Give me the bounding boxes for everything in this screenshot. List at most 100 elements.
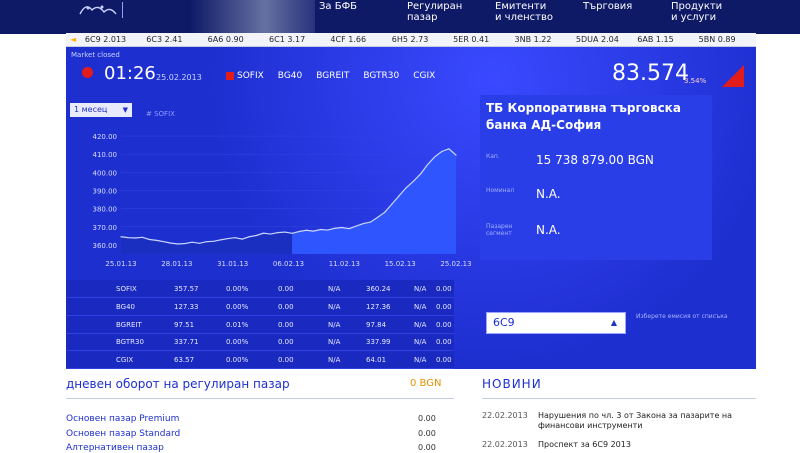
data-point bbox=[398, 195, 400, 197]
table-cell: BG40 bbox=[116, 302, 136, 311]
ticker-item[interactable]: 4CF 1.66 bbox=[326, 35, 387, 44]
table-cell: 0.00 bbox=[436, 285, 452, 293]
tab-sofix[interactable]: SOFIX bbox=[226, 71, 264, 81]
table-cell: 0.00 bbox=[278, 320, 294, 329]
nominal-label: Номинал bbox=[486, 187, 515, 194]
data-point bbox=[262, 232, 265, 234]
bse-logo[interactable] bbox=[78, 0, 118, 20]
data-point bbox=[170, 242, 172, 244]
ticker-bar: ◄ 6C9 2.013 6C3 2.41 6A6 0.90 6C1 3.17 4… bbox=[66, 33, 756, 47]
table-row[interactable]: SOFIX 357.57 0.00% 0.00 N/A 360.24 N/A 0.00 bbox=[66, 280, 454, 298]
issue-select[interactable]: 6C9 ▲ bbox=[486, 312, 626, 334]
market-status: Market closed bbox=[71, 51, 120, 59]
data-point bbox=[334, 227, 336, 229]
data-point bbox=[405, 187, 407, 189]
table-cell: N/A bbox=[328, 302, 341, 311]
tab-bg40[interactable]: BG40 bbox=[278, 71, 302, 81]
market-panel: Market closed 01:26 25.02.2013 SOFIX BG4… bbox=[66, 47, 756, 370]
ticker-item[interactable]: 5DUA 2.04 bbox=[572, 35, 633, 44]
index-stats-table: SOFIX 357.57 0.00% 0.00 N/A 360.24 N/A 0.00 BG40… bbox=[66, 280, 454, 370]
data-point bbox=[455, 154, 457, 156]
table-cell: BGTR30 bbox=[116, 338, 144, 347]
ticker-item[interactable]: 6H5 2.73 bbox=[388, 35, 449, 44]
data-point bbox=[148, 238, 151, 241]
segment-value: N.A. bbox=[536, 223, 561, 237]
ticker-item[interactable]: 6C1 3.17 bbox=[265, 35, 326, 44]
table-cell: N/A bbox=[414, 338, 427, 347]
table-cell: 0.00 bbox=[278, 302, 294, 311]
area-recent bbox=[292, 148, 456, 254]
data-point bbox=[341, 226, 343, 229]
data-point bbox=[198, 242, 201, 244]
tab-cgix[interactable]: CGIX bbox=[413, 71, 435, 81]
table-cell: 63.57 bbox=[174, 356, 195, 365]
table-cell: N/A bbox=[328, 338, 341, 347]
table-cell: N/A bbox=[414, 302, 427, 311]
market-time: 01:26 bbox=[104, 63, 156, 84]
divider bbox=[482, 398, 756, 399]
table-row[interactable]: BGTR30 337.71 0.00% 0.00 N/A 337.99 N/A 0.00 bbox=[66, 333, 454, 352]
data-point bbox=[156, 239, 158, 241]
ticker-item[interactable]: 5ER 0.41 bbox=[449, 35, 510, 44]
table-row[interactable]: CGIX 63.57 0.00% 0.00 N/A 64.01 N/A 0.00 bbox=[66, 351, 454, 370]
top-bar: За БФБ Регулиран пазар Емитенти и членст… bbox=[0, 0, 800, 34]
table-row[interactable]: BGREIT 97.51 0.01% 0.00 N/A 97.84 N/A 0.00 bbox=[66, 316, 454, 334]
trend-up-icon bbox=[722, 65, 744, 87]
nav-issuers[interactable]: Емитенти и членство bbox=[491, 0, 579, 34]
y-tick-label: 420.00 bbox=[93, 133, 118, 141]
table-cell: 0.00 bbox=[436, 302, 452, 311]
data-point bbox=[298, 230, 300, 233]
table-cell: 0.00 bbox=[436, 320, 452, 329]
data-point bbox=[277, 231, 279, 234]
index-tabs: SOFIX BG40 BGREIT BGTR30 CGIX bbox=[226, 71, 435, 81]
ticker-item[interactable]: 6C9 2.013 bbox=[81, 35, 142, 44]
capital-value: 15 738 879.00 BGN bbox=[536, 153, 654, 167]
data-point bbox=[191, 241, 193, 243]
table-cell: 97.84 bbox=[366, 320, 387, 329]
segment-label: Пазарен сегмент bbox=[486, 223, 513, 237]
table-cell: 97.51 bbox=[174, 320, 195, 329]
y-tick-label: 360.00 bbox=[93, 242, 118, 250]
table-cell: 0.00% bbox=[226, 302, 249, 311]
list-item[interactable]: Основен пазар Standard 0.00 bbox=[66, 429, 456, 439]
nominal-value: N.A. bbox=[536, 187, 561, 201]
ticker-item[interactable]: 3NB 1.22 bbox=[511, 35, 572, 44]
data-point bbox=[305, 229, 307, 231]
nav-trading[interactable]: Търговия bbox=[579, 0, 667, 34]
ticker-item[interactable]: 6A6 0.90 bbox=[204, 35, 265, 44]
x-tick-label: 28.01.13 bbox=[161, 260, 192, 268]
data-point bbox=[227, 237, 229, 240]
x-tick-label: 31.01.13 bbox=[217, 260, 248, 268]
table-cell: 360.24 bbox=[366, 285, 391, 293]
table-cell: N/A bbox=[414, 320, 427, 329]
tab-bgreit[interactable]: BGREIT bbox=[316, 71, 349, 81]
tab-bgtr30[interactable]: BGTR30 bbox=[363, 71, 399, 81]
list-item[interactable]: Алтернативен пазар 0.00 bbox=[66, 443, 456, 453]
chevron-down-icon: ▼ bbox=[122, 106, 128, 114]
index-change: 3.54% bbox=[684, 77, 707, 85]
ticker-prev-icon[interactable]: ◄ bbox=[66, 35, 81, 44]
table-cell: N/A bbox=[328, 356, 341, 365]
list-item[interactable]: Основен пазар Premium 0.00 bbox=[66, 414, 456, 424]
table-cell: SOFIX bbox=[116, 285, 137, 293]
ticker-item[interactable]: 6C3 2.41 bbox=[142, 35, 203, 44]
data-point bbox=[391, 203, 393, 205]
data-point bbox=[184, 242, 186, 245]
header-photo bbox=[190, 0, 315, 34]
table-cell: N/A bbox=[414, 285, 427, 293]
table-cell: BGREIT bbox=[116, 320, 142, 329]
period-select[interactable]: 1 месец ▼ bbox=[70, 103, 132, 117]
data-point bbox=[441, 150, 443, 153]
table-cell: N/A bbox=[328, 320, 341, 329]
data-point bbox=[369, 221, 372, 223]
data-point bbox=[291, 232, 293, 234]
data-point bbox=[384, 211, 386, 213]
nav-regulated-market[interactable]: Регулиран пазар bbox=[403, 0, 491, 34]
data-point bbox=[241, 238, 243, 240]
ticker-item[interactable]: 5BN 0.89 bbox=[695, 35, 756, 44]
data-point bbox=[234, 237, 236, 239]
table-row[interactable]: BG40 127.33 0.00% 0.00 N/A 127.36 N/A 0.00 bbox=[66, 298, 454, 316]
ticker-item[interactable]: 6AB 1.15 bbox=[633, 35, 694, 44]
nav-about[interactable]: За БФБ bbox=[315, 0, 403, 34]
nav-products[interactable]: Продукти и услуги bbox=[667, 0, 755, 34]
